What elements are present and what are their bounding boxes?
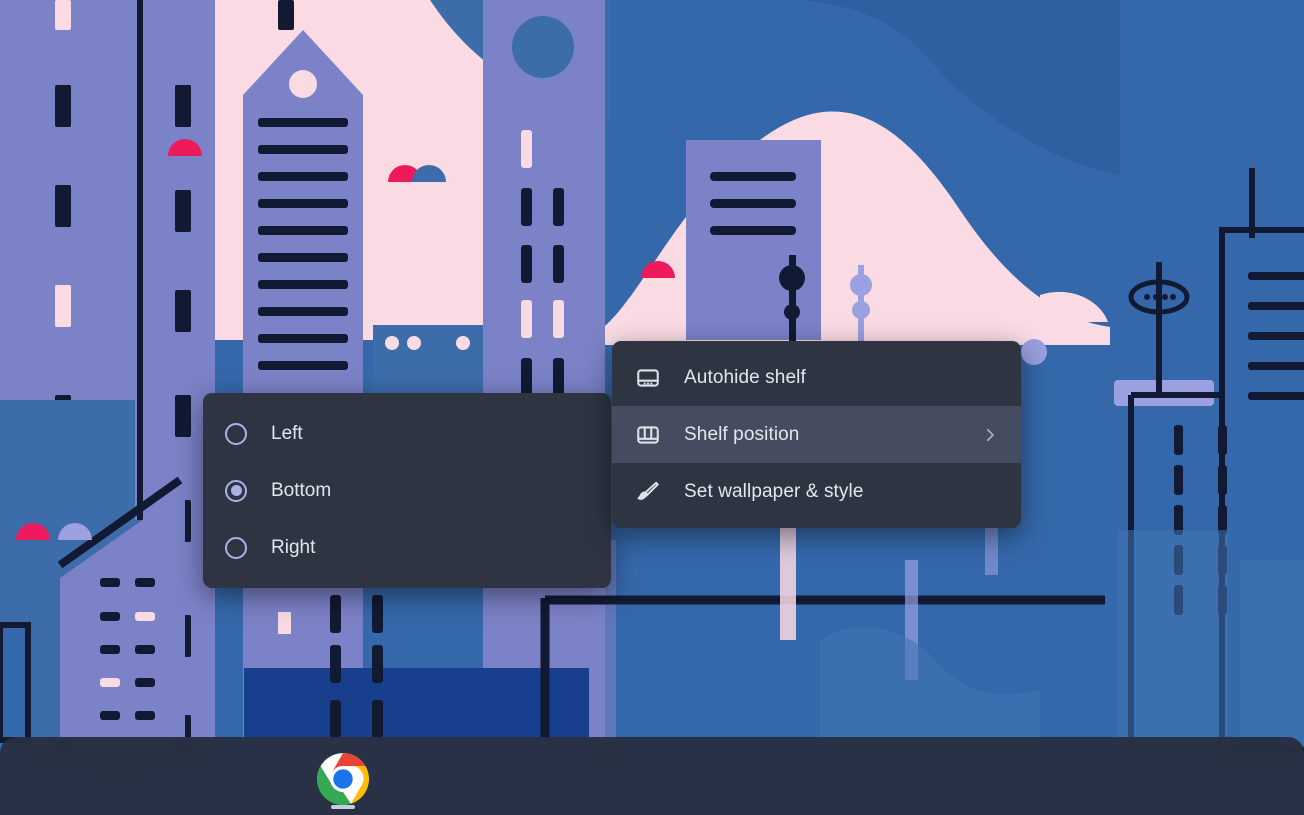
autohide-shelf-icon [634, 364, 662, 392]
submenu-option-left[interactable]: Left [203, 405, 611, 462]
submenu-option-bottom[interactable]: Bottom [203, 462, 611, 519]
menu-item-set-wallpaper-and-style[interactable]: Set wallpaper & style [612, 463, 1021, 520]
menu-item-label: Shelf position [684, 423, 800, 445]
chromeos-desktop: Left Bottom Right Autohide shelf Shelf p… [0, 0, 1304, 815]
shelf-app-chrome[interactable] [313, 749, 373, 809]
menu-item-autohide-shelf[interactable]: Autohide shelf [612, 349, 1021, 406]
app-running-indicator [331, 805, 355, 809]
radio-button-right[interactable] [225, 536, 247, 559]
submenu-option-label: Right [271, 536, 316, 558]
shelf-position-icon [634, 421, 662, 449]
shelf-position-submenu[interactable]: Left Bottom Right [203, 393, 611, 588]
radio-button-bottom[interactable] [225, 479, 247, 502]
shelf: 2 Sep 24 2:47 [0, 737, 1304, 815]
chevron-right-icon [981, 426, 999, 444]
menu-item-shelf-position[interactable]: Shelf position [612, 406, 1021, 463]
paintbrush-icon [634, 478, 662, 506]
menu-item-label: Set wallpaper & style [684, 480, 864, 502]
submenu-option-label: Left [271, 422, 303, 444]
submenu-option-label: Bottom [271, 479, 332, 501]
submenu-option-right[interactable]: Right [203, 519, 611, 576]
radio-button-left[interactable] [225, 422, 247, 445]
shelf-context-menu[interactable]: Autohide shelf Shelf position Set wallpa… [612, 341, 1021, 528]
menu-item-label: Autohide shelf [684, 366, 806, 388]
